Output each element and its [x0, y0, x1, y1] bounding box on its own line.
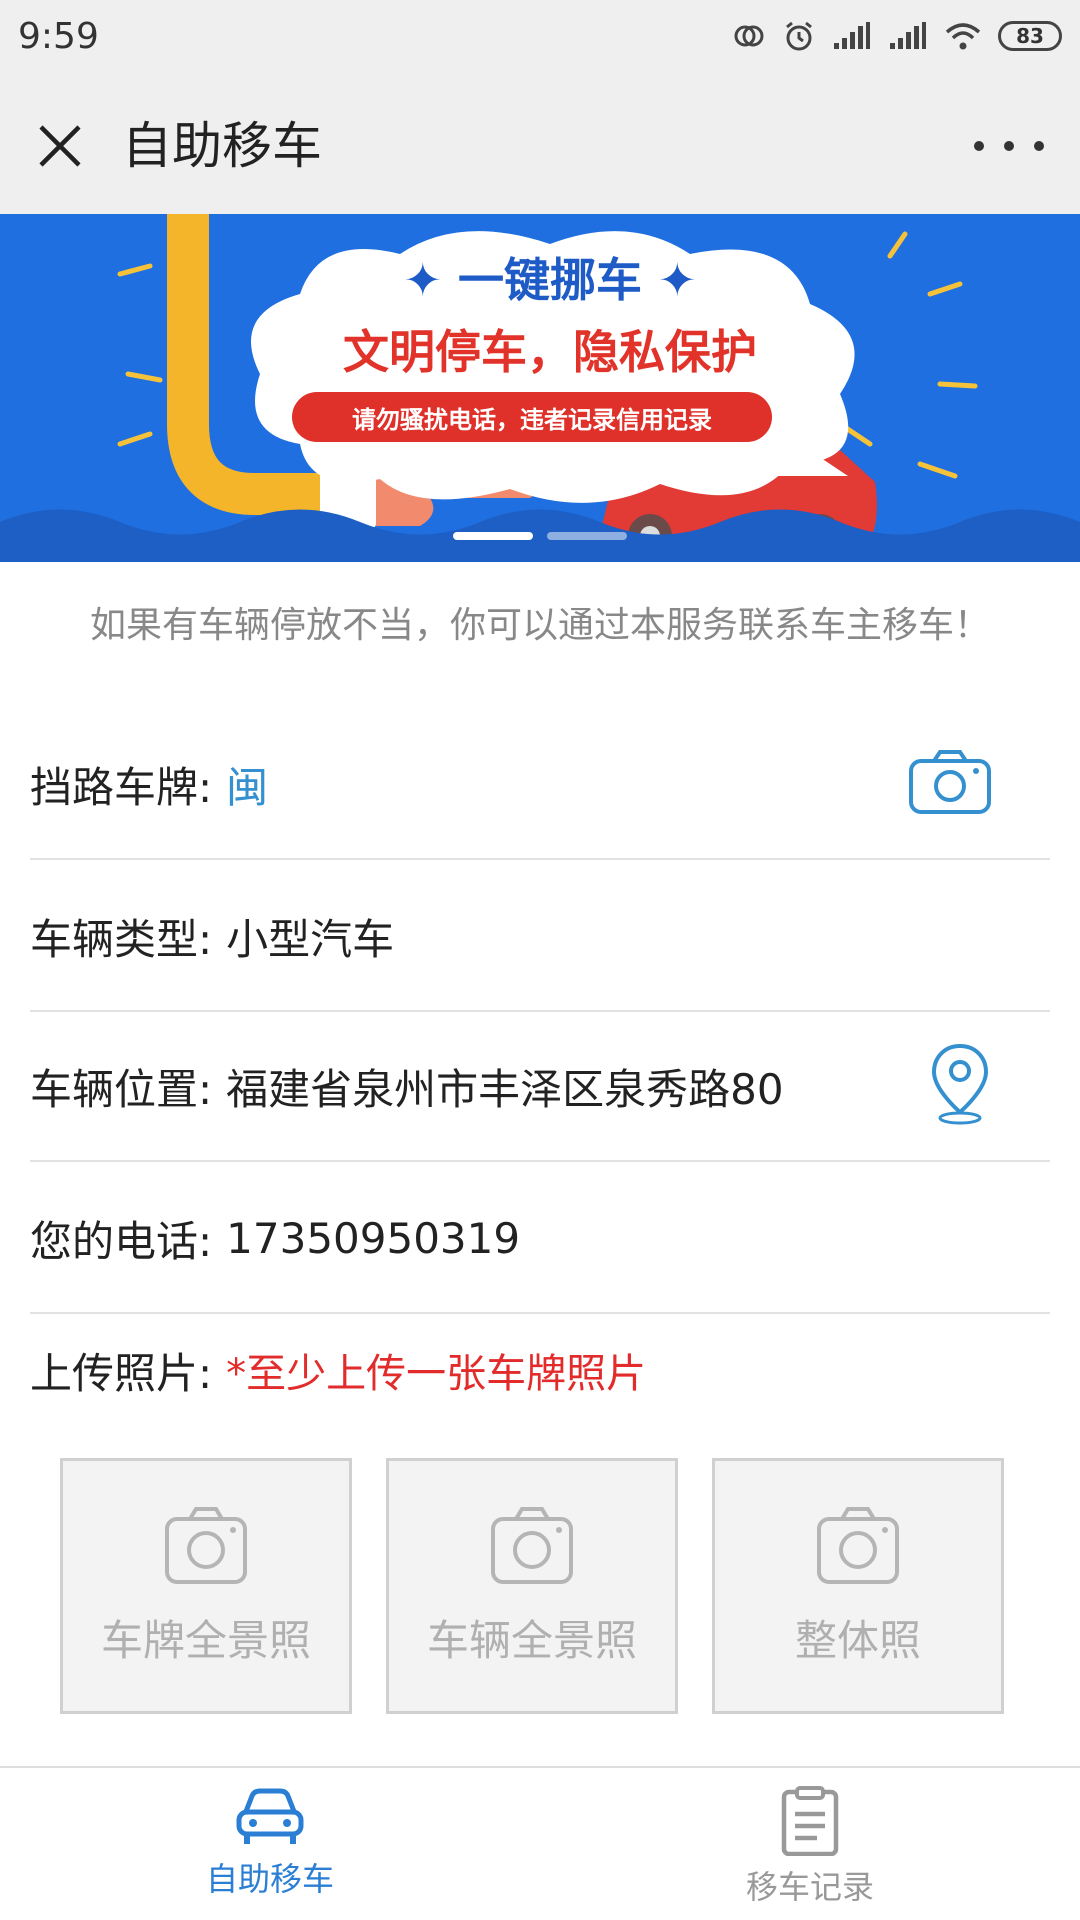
- location-row[interactable]: 车辆位置: 福建省泉州市丰泽区泉秀路80: [30, 1012, 1050, 1162]
- car-icon: [236, 1788, 304, 1844]
- more-dot-icon: [974, 141, 984, 151]
- plate-input[interactable]: 闽: [226, 754, 268, 815]
- status-time: 9:59: [18, 16, 99, 57]
- intro-text: 如果有车辆停放不当，你可以通过本服务联系车主移车！: [89, 605, 990, 646]
- locate-button[interactable]: [928, 1042, 992, 1130]
- signal-icon: [834, 22, 870, 49]
- location-label: 车辆位置:: [30, 1064, 213, 1114]
- upload-vehicle-panorama[interactable]: 车辆全景照: [386, 1458, 678, 1714]
- close-icon: [39, 125, 81, 167]
- scan-plate-button[interactable]: [908, 749, 992, 819]
- vehicle-type-row[interactable]: 车辆类型: 小型汽车: [30, 862, 1050, 1012]
- carousel-indicator[interactable]: [0, 532, 1080, 540]
- promo-banner[interactable]: ✦ 一键挪车 ✦ 文明停车，隐私保护 请勿骚扰电话，违者记录信用记录: [0, 214, 1080, 562]
- battery-level: 83: [1016, 24, 1044, 48]
- camera-icon: [165, 1506, 247, 1584]
- nav-label: 自助移车: [205, 1860, 334, 1898]
- phone-label: 您的电话:: [30, 1216, 213, 1266]
- upload-label-row: 上传照片: *至少上传一张车牌照片: [30, 1300, 1050, 1440]
- vehicle-type-label: 车辆类型:: [30, 914, 213, 964]
- wifi-icon: [945, 23, 981, 50]
- nav-item-records[interactable]: 移车记录: [660, 1786, 960, 1908]
- alarm-icon: [786, 21, 812, 51]
- signal-icon-2: [890, 22, 926, 49]
- plate-row[interactable]: 挡路车牌: 闽: [30, 710, 1050, 860]
- more-dot-icon: [1004, 141, 1014, 151]
- battery-icon: 83: [998, 21, 1062, 51]
- carousel-dot[interactable]: [453, 532, 533, 540]
- page-title: 自助移车: [122, 117, 322, 175]
- upload-label: 上传照片:: [30, 1348, 213, 1398]
- vehicle-type-select[interactable]: 小型汽车: [226, 906, 394, 967]
- upload-hint: *至少上传一张车牌照片: [226, 1351, 647, 1397]
- camera-icon: [817, 1506, 899, 1584]
- nav-item-move-car[interactable]: 自助移车: [120, 1786, 420, 1900]
- title-bar: 自助移车: [0, 76, 1080, 214]
- clipboard-icon: [781, 1786, 839, 1856]
- close-button[interactable]: [30, 116, 90, 176]
- upload-overall-photo[interactable]: 整体照: [712, 1458, 1004, 1714]
- banner-subtitle: 请勿骚扰电话，违者记录信用记录: [292, 392, 772, 442]
- upload-slot-label: 整体照: [794, 1615, 921, 1665]
- upload-plate-panorama[interactable]: 车牌全景照: [60, 1458, 352, 1714]
- banner-slogan: 文明停车，隐私保护: [343, 325, 757, 379]
- sync-icon: [734, 25, 764, 47]
- more-dot-icon: [1034, 141, 1044, 151]
- camera-icon: [909, 750, 991, 814]
- upload-slot-label: 车辆全景照: [426, 1615, 637, 1665]
- bottom-nav: 自助移车 移车记录: [0, 1766, 1080, 1920]
- more-options-button[interactable]: [974, 124, 1044, 168]
- status-bar: 9:59 83: [0, 0, 1080, 76]
- location-pin-icon: [931, 1043, 989, 1125]
- status-icons: 83: [732, 14, 1062, 58]
- upload-slot-label: 车牌全景照: [100, 1615, 311, 1665]
- banner-title: ✦ 一键挪车 ✦: [403, 253, 697, 307]
- banner-wave: [0, 509, 1080, 562]
- plate-label: 挡路车牌:: [30, 762, 213, 812]
- location-input[interactable]: 福建省泉州市丰泽区泉秀路80: [226, 1056, 783, 1117]
- camera-icon: [491, 1506, 573, 1584]
- upload-slots: 车牌全景照 车辆全景照 整体照: [60, 1458, 1020, 1714]
- nav-label: 移车记录: [745, 1868, 874, 1906]
- carousel-dot[interactable]: [547, 532, 627, 540]
- phone-input[interactable]: 17350950319: [226, 1214, 520, 1263]
- phone-row[interactable]: 您的电话: 17350950319: [30, 1164, 1050, 1314]
